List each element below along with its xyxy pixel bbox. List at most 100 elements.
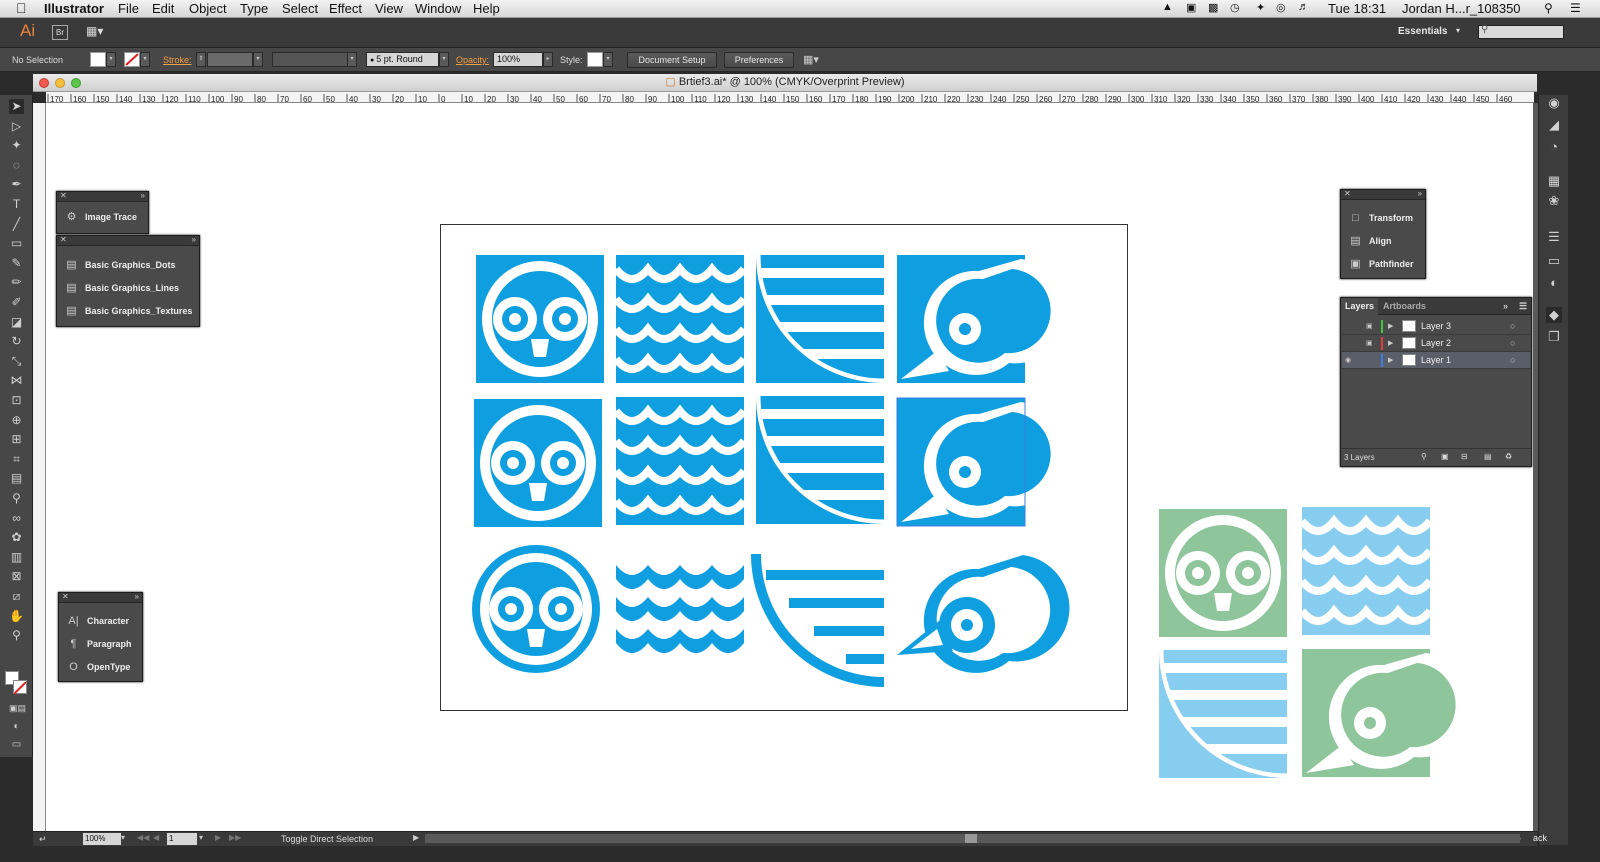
- shape-builder-tool[interactable]: ⊕: [9, 413, 24, 428]
- perspective-grid-tool[interactable]: ⊞: [9, 432, 24, 447]
- document-setup-button[interactable]: Document Setup: [627, 52, 717, 68]
- scrollbar-thumb[interactable]: [965, 834, 977, 843]
- color-icon[interactable]: ◉: [1546, 95, 1562, 111]
- menu-object[interactable]: Object: [189, 1, 227, 16]
- rectangle-tool[interactable]: ▭: [9, 236, 24, 251]
- bridge-button[interactable]: Br: [52, 25, 68, 40]
- menu-help[interactable]: Help: [473, 1, 500, 16]
- fill-swatch[interactable]: [90, 52, 106, 67]
- variable-width-profile[interactable]: [272, 52, 348, 67]
- symbol-sprayer-tool[interactable]: ✿: [9, 530, 24, 545]
- arrange-icon[interactable]: ▦▾: [803, 53, 819, 66]
- menu-effect[interactable]: Effect: [329, 1, 362, 16]
- layer-name[interactable]: Layer 1: [1421, 352, 1451, 369]
- width-tool[interactable]: ⋈: [9, 373, 24, 388]
- target-circle-icon[interactable]: ○: [1510, 335, 1515, 352]
- color-guide-icon[interactable]: ◢: [1546, 117, 1562, 133]
- artwork-row-1[interactable]: [476, 255, 1068, 383]
- selection-tool[interactable]: ➤: [9, 99, 24, 114]
- transform-item[interactable]: □ Transform: [1341, 207, 1425, 230]
- collapse-panel-icon[interactable]: »: [135, 592, 139, 601]
- opacity-link[interactable]: Opacity:: [456, 55, 489, 65]
- recolor-icon[interactable]: ◔: [1546, 139, 1562, 155]
- target-circle-icon[interactable]: ○: [1510, 318, 1515, 335]
- menubar-clock[interactable]: Tue 18:31: [1328, 1, 1386, 16]
- opacity-field[interactable]: 100%: [493, 52, 543, 67]
- collapse-panel-icon[interactable]: »: [192, 235, 196, 244]
- close-panel-icon[interactable]: ✕: [62, 592, 69, 601]
- zoom-dropdown[interactable]: ▾: [121, 833, 125, 842]
- target-circle-icon[interactable]: ○: [1510, 352, 1515, 369]
- artwork-row-2[interactable]: [474, 396, 1068, 527]
- make-clipping-mask-icon[interactable]: ▣: [1441, 449, 1449, 465]
- lock-icon[interactable]: ▣: [1366, 335, 1373, 352]
- spotlight-search-icon[interactable]: ⚲: [1544, 1, 1553, 15]
- eyedropper-tool[interactable]: ⚲: [9, 491, 24, 506]
- collapse-panel-icon[interactable]: »: [1503, 301, 1508, 311]
- menu-select[interactable]: Select: [282, 1, 318, 16]
- previous-artboard-icon[interactable]: ◀: [153, 833, 159, 842]
- zoom-window-button[interactable]: [71, 78, 81, 88]
- pathfinder-item[interactable]: ▣ Pathfinder: [1341, 253, 1425, 276]
- layer-row[interactable]: ▣ ▶ Layer 2 ○: [1342, 335, 1530, 352]
- profile-dropdown[interactable]: ▾: [347, 52, 357, 67]
- app-name[interactable]: Illustrator: [44, 1, 104, 16]
- layer-row[interactable]: ▣ ▶ Layer 3 ○: [1342, 318, 1530, 335]
- tab-artboards[interactable]: Artboards: [1383, 298, 1426, 315]
- stroke-dropdown[interactable]: ▾: [140, 52, 150, 67]
- menu-view[interactable]: View: [375, 1, 403, 16]
- draw-mode-icon[interactable]: ◐: [9, 719, 24, 734]
- panel-header[interactable]: ✕»: [59, 592, 142, 603]
- layer-row[interactable]: ◉ ▶ Layer 1 ○: [1342, 352, 1530, 369]
- artboard-tool[interactable]: ⊠: [9, 569, 24, 584]
- next-artboard-icon[interactable]: ▶: [215, 833, 221, 842]
- vertical-scrollbar[interactable]: [1533, 103, 1538, 831]
- color-mode-icon[interactable]: ▣▤: [9, 701, 26, 716]
- bluetooth-icon[interactable]: ✦: [1256, 1, 1265, 14]
- panel-menu-icon[interactable]: ☰: [1519, 301, 1527, 312]
- close-panel-icon[interactable]: ✕: [60, 191, 67, 200]
- fill-dropdown[interactable]: ▾: [106, 52, 116, 67]
- stroke-link[interactable]: Stroke:: [163, 55, 192, 65]
- create-new-layer-icon[interactable]: ▤: [1484, 449, 1492, 465]
- line-tool[interactable]: ╱: [9, 217, 24, 232]
- brush-dropdown[interactable]: ▾: [439, 52, 449, 67]
- stroke-weight-field[interactable]: [207, 52, 253, 67]
- pen-tool[interactable]: ✒: [9, 177, 24, 192]
- horizontal-ruler[interactable]: 170 160 150 140 130 120 110 100 90 80 70 60 50 40 30 20…: [46, 92, 1534, 103]
- panel-header[interactable]: ✕»: [1341, 189, 1425, 200]
- library-item-textures[interactable]: ▤ Basic Graphics_Textures: [57, 300, 199, 323]
- align-item[interactable]: ▤ Align: [1341, 230, 1425, 253]
- collapse-panel-icon[interactable]: »: [141, 191, 145, 200]
- screen-mode-icon[interactable]: ▭: [9, 737, 24, 752]
- volume-icon[interactable]: ♬: [1298, 1, 1309, 13]
- free-transform-tool[interactable]: ⊡: [9, 393, 24, 408]
- status-s-icon[interactable]: ▩: [1208, 1, 1218, 14]
- artboard-dropdown[interactable]: ▾: [199, 833, 203, 842]
- wifi-icon[interactable]: ◎: [1276, 1, 1286, 14]
- horizontal-scrollbar[interactable]: [425, 834, 1520, 843]
- close-panel-icon[interactable]: ✕: [60, 235, 67, 244]
- artwork-color-variant[interactable]: [1159, 507, 1473, 778]
- zoom-tool[interactable]: ⚲: [9, 628, 24, 643]
- workspace-switcher[interactable]: Essentials: [1398, 26, 1447, 37]
- status-p-icon[interactable]: ▣: [1186, 1, 1196, 14]
- paintbrush-tool[interactable]: ✎: [9, 256, 24, 271]
- open-in-bridge-icon[interactable]: ↵: [39, 834, 47, 845]
- menu-file[interactable]: File: [118, 1, 139, 16]
- notification-center-icon[interactable]: ☰: [1570, 1, 1581, 15]
- notification-icon[interactable]: ▲: [1162, 1, 1173, 13]
- last-artboard-icon[interactable]: ▶▶: [229, 833, 241, 842]
- zoom-field[interactable]: 100%: [83, 833, 121, 845]
- brush-definition[interactable]: ● 5 pt. Round: [366, 52, 439, 67]
- stroke-panel-icon[interactable]: ☰: [1546, 229, 1562, 245]
- create-sublayer-icon[interactable]: ⊟: [1461, 449, 1468, 465]
- blend-tool[interactable]: ∞: [9, 511, 24, 526]
- expand-arrow-icon[interactable]: ▶: [1388, 318, 1393, 335]
- locate-object-icon[interactable]: ⚲: [1421, 449, 1427, 465]
- canvas-area[interactable]: [46, 103, 1534, 831]
- apple-icon[interactable]: : [16, 0, 27, 16]
- menu-edit[interactable]: Edit: [152, 1, 174, 16]
- gradient-icon[interactable]: ▭: [1546, 253, 1562, 269]
- expand-arrow-icon[interactable]: ▶: [1388, 335, 1393, 352]
